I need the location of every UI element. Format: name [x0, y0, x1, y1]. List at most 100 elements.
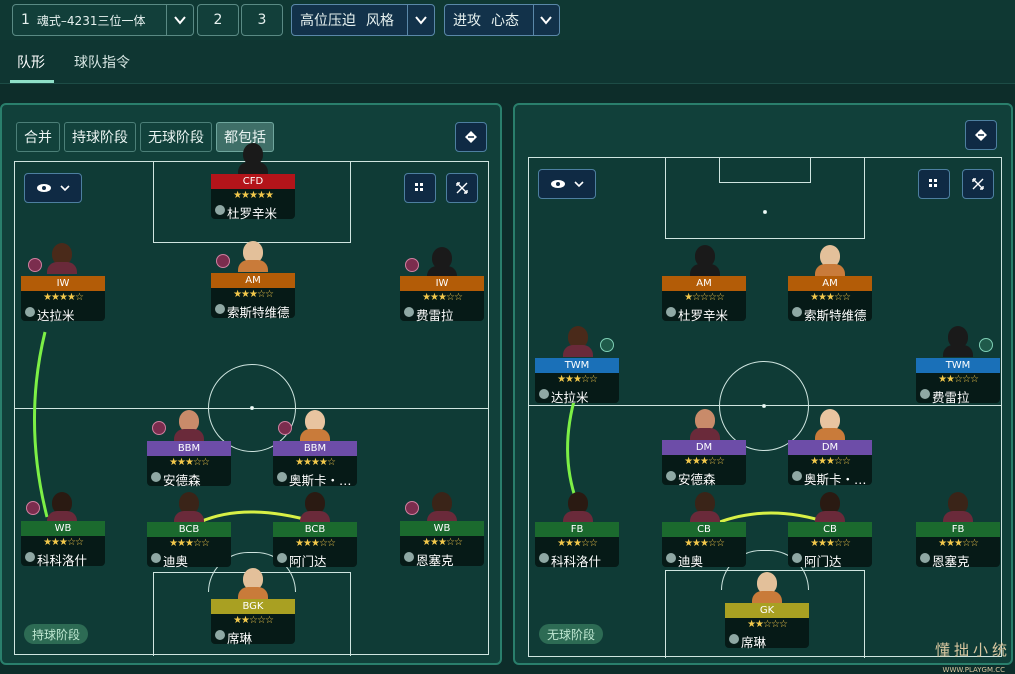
chevron-down-icon[interactable]	[534, 5, 559, 35]
player-card-twm-right[interactable]: TWM ★★☆☆☆ 费雷拉	[916, 358, 1000, 405]
tactic-board-icon[interactable]	[455, 122, 487, 152]
player-name: 索斯特维德	[804, 308, 867, 323]
player-avatar	[300, 409, 330, 441]
role-badge: AM	[662, 276, 746, 291]
mentality-label: 心态	[491, 13, 519, 29]
player-icon	[920, 553, 930, 563]
role-badge: AM	[788, 276, 872, 291]
player-card-fb-left[interactable]: FB ★★★☆☆ 科科洛什	[535, 522, 619, 569]
star-rating: ★★★☆☆	[43, 537, 84, 548]
formation-select[interactable]: 1 魂式–4231三位一体	[12, 4, 194, 36]
watermark-logo: 懂拙小统	[934, 641, 1011, 659]
player-avatar	[47, 491, 77, 523]
player-name: 席琳	[741, 635, 767, 650]
view-toggle[interactable]	[538, 169, 596, 199]
player-avatar	[690, 244, 720, 276]
player-avatar	[563, 491, 593, 523]
player-card-bbm-right[interactable]: BBM ★★★★☆ 奥斯卡・…	[273, 441, 357, 488]
view-toggle[interactable]	[24, 173, 82, 203]
role-badge: DM	[662, 440, 746, 455]
tactic-tab-2[interactable]: 2	[197, 4, 239, 36]
chevron-down-icon[interactable]	[408, 5, 434, 35]
player-icon	[277, 472, 287, 482]
star-rating: ★★★☆☆	[810, 456, 851, 467]
tab-team-instructions[interactable]: 球队指令	[74, 52, 130, 72]
player-card-dm-right[interactable]: DM ★★★☆☆ 奥斯卡・…	[788, 440, 872, 487]
player-icon	[215, 205, 225, 215]
player-card-twm-left[interactable]: TWM ★★★☆☆ 达拉米	[535, 358, 619, 405]
expand-icon[interactable]	[446, 173, 478, 203]
player-name: 恩塞克	[932, 554, 970, 569]
player-card-am-left[interactable]: AM ★☆☆☆☆ 杜罗辛米	[662, 276, 746, 323]
player-name: 达拉米	[37, 308, 75, 323]
player-card-am-right[interactable]: AM ★★★☆☆ 索斯特维德	[788, 276, 872, 323]
role-badge: TWM	[535, 358, 619, 373]
trait-badge	[152, 421, 166, 435]
player-name: 迪奥	[678, 554, 704, 569]
star-rating: ★★★☆☆	[422, 292, 463, 303]
grid-icon[interactable]	[404, 173, 436, 203]
player-name: 迪奥	[163, 554, 189, 569]
mentality-select[interactable]: 进攻 心态	[444, 4, 560, 36]
star-rating: ★★☆☆☆	[938, 374, 979, 385]
player-avatar	[690, 408, 720, 440]
player-name: 席琳	[227, 631, 253, 646]
player-card-iw-left[interactable]: IW ★★★★☆ 达拉米	[21, 276, 105, 323]
star-rating: ★★★☆☆	[233, 289, 274, 300]
player-card-gk[interactable]: GK ★★☆☆☆ 席琳	[725, 603, 809, 650]
trait-badge	[216, 254, 230, 268]
star-rating: ★★★☆☆	[422, 537, 463, 548]
player-name: 科科洛什	[551, 554, 602, 569]
role-badge: TWM	[916, 358, 1000, 373]
player-avatar	[174, 409, 204, 441]
run-arrow-wb-left	[33, 331, 49, 518]
player-icon	[404, 552, 414, 562]
filter-out-possession[interactable]: 无球阶段	[140, 122, 212, 152]
player-card-fb-right[interactable]: FB ★★★☆☆ 恩塞克	[916, 522, 1000, 569]
player-card-bcb-right[interactable]: BCB ★★★☆☆ 阿门达	[273, 522, 357, 569]
style-select[interactable]: 高位压迫 风格	[291, 4, 435, 36]
formation-number: 1	[21, 12, 30, 28]
player-avatar	[815, 244, 845, 276]
player-card-bgk[interactable]: BGK ★★☆☆☆ 席琳	[211, 599, 295, 646]
player-icon	[215, 304, 225, 314]
player-card-cb-left[interactable]: CB ★★★☆☆ 迪奥	[662, 522, 746, 569]
player-card-dm-left[interactable]: DM ★★★☆☆ 安德森	[662, 440, 746, 487]
player-icon	[729, 634, 739, 644]
chevron-down-icon[interactable]	[167, 5, 193, 35]
star-rating: ★★★★★	[233, 190, 274, 201]
player-icon	[666, 553, 676, 563]
player-icon	[792, 553, 802, 563]
player-name: 安德森	[678, 472, 716, 487]
player-card-bbm-left[interactable]: BBM ★★★☆☆ 安德森	[147, 441, 231, 488]
filter-in-possession[interactable]: 持球阶段	[64, 122, 136, 152]
player-avatar	[943, 325, 973, 357]
active-tab-indicator	[10, 80, 54, 83]
player-card-wb-right[interactable]: WB ★★★☆☆ 恩塞克	[400, 521, 484, 568]
tactic-board-icon[interactable]	[965, 120, 997, 150]
tactic-tab-3[interactable]: 3	[241, 4, 283, 36]
player-avatar	[752, 571, 782, 603]
grid-icon[interactable]	[918, 169, 950, 199]
player-name: 杜罗辛米	[227, 206, 278, 221]
star-rating: ★★★★☆	[295, 457, 336, 468]
player-card-iw-right[interactable]: IW ★★★☆☆ 费雷拉	[400, 276, 484, 323]
style-label: 风格	[366, 13, 394, 29]
player-card-cb-right[interactable]: CB ★★★☆☆ 阿门达	[788, 522, 872, 569]
player-avatar	[427, 491, 457, 523]
role-badge: WB	[21, 521, 105, 536]
eye-icon	[551, 180, 565, 188]
player-avatar	[815, 491, 845, 523]
player-avatar	[815, 408, 845, 440]
player-avatar	[238, 142, 268, 174]
role-badge: FB	[916, 522, 1000, 537]
player-card-am[interactable]: AM ★★★☆☆ 索斯特维德	[211, 273, 295, 320]
tab-formation[interactable]: 队形	[17, 52, 45, 72]
formation-label: 魂式–4231三位一体	[36, 13, 146, 28]
filter-merge[interactable]: 合并	[16, 122, 60, 152]
player-icon	[792, 307, 802, 317]
player-card-wb-left[interactable]: WB ★★★☆☆ 科科洛什	[21, 521, 105, 568]
player-card-bcb-left[interactable]: BCB ★★★☆☆ 迪奥	[147, 522, 231, 569]
player-card-cfd[interactable]: CFD ★★★★★ 杜罗辛米	[211, 174, 295, 221]
expand-icon[interactable]	[962, 169, 994, 199]
